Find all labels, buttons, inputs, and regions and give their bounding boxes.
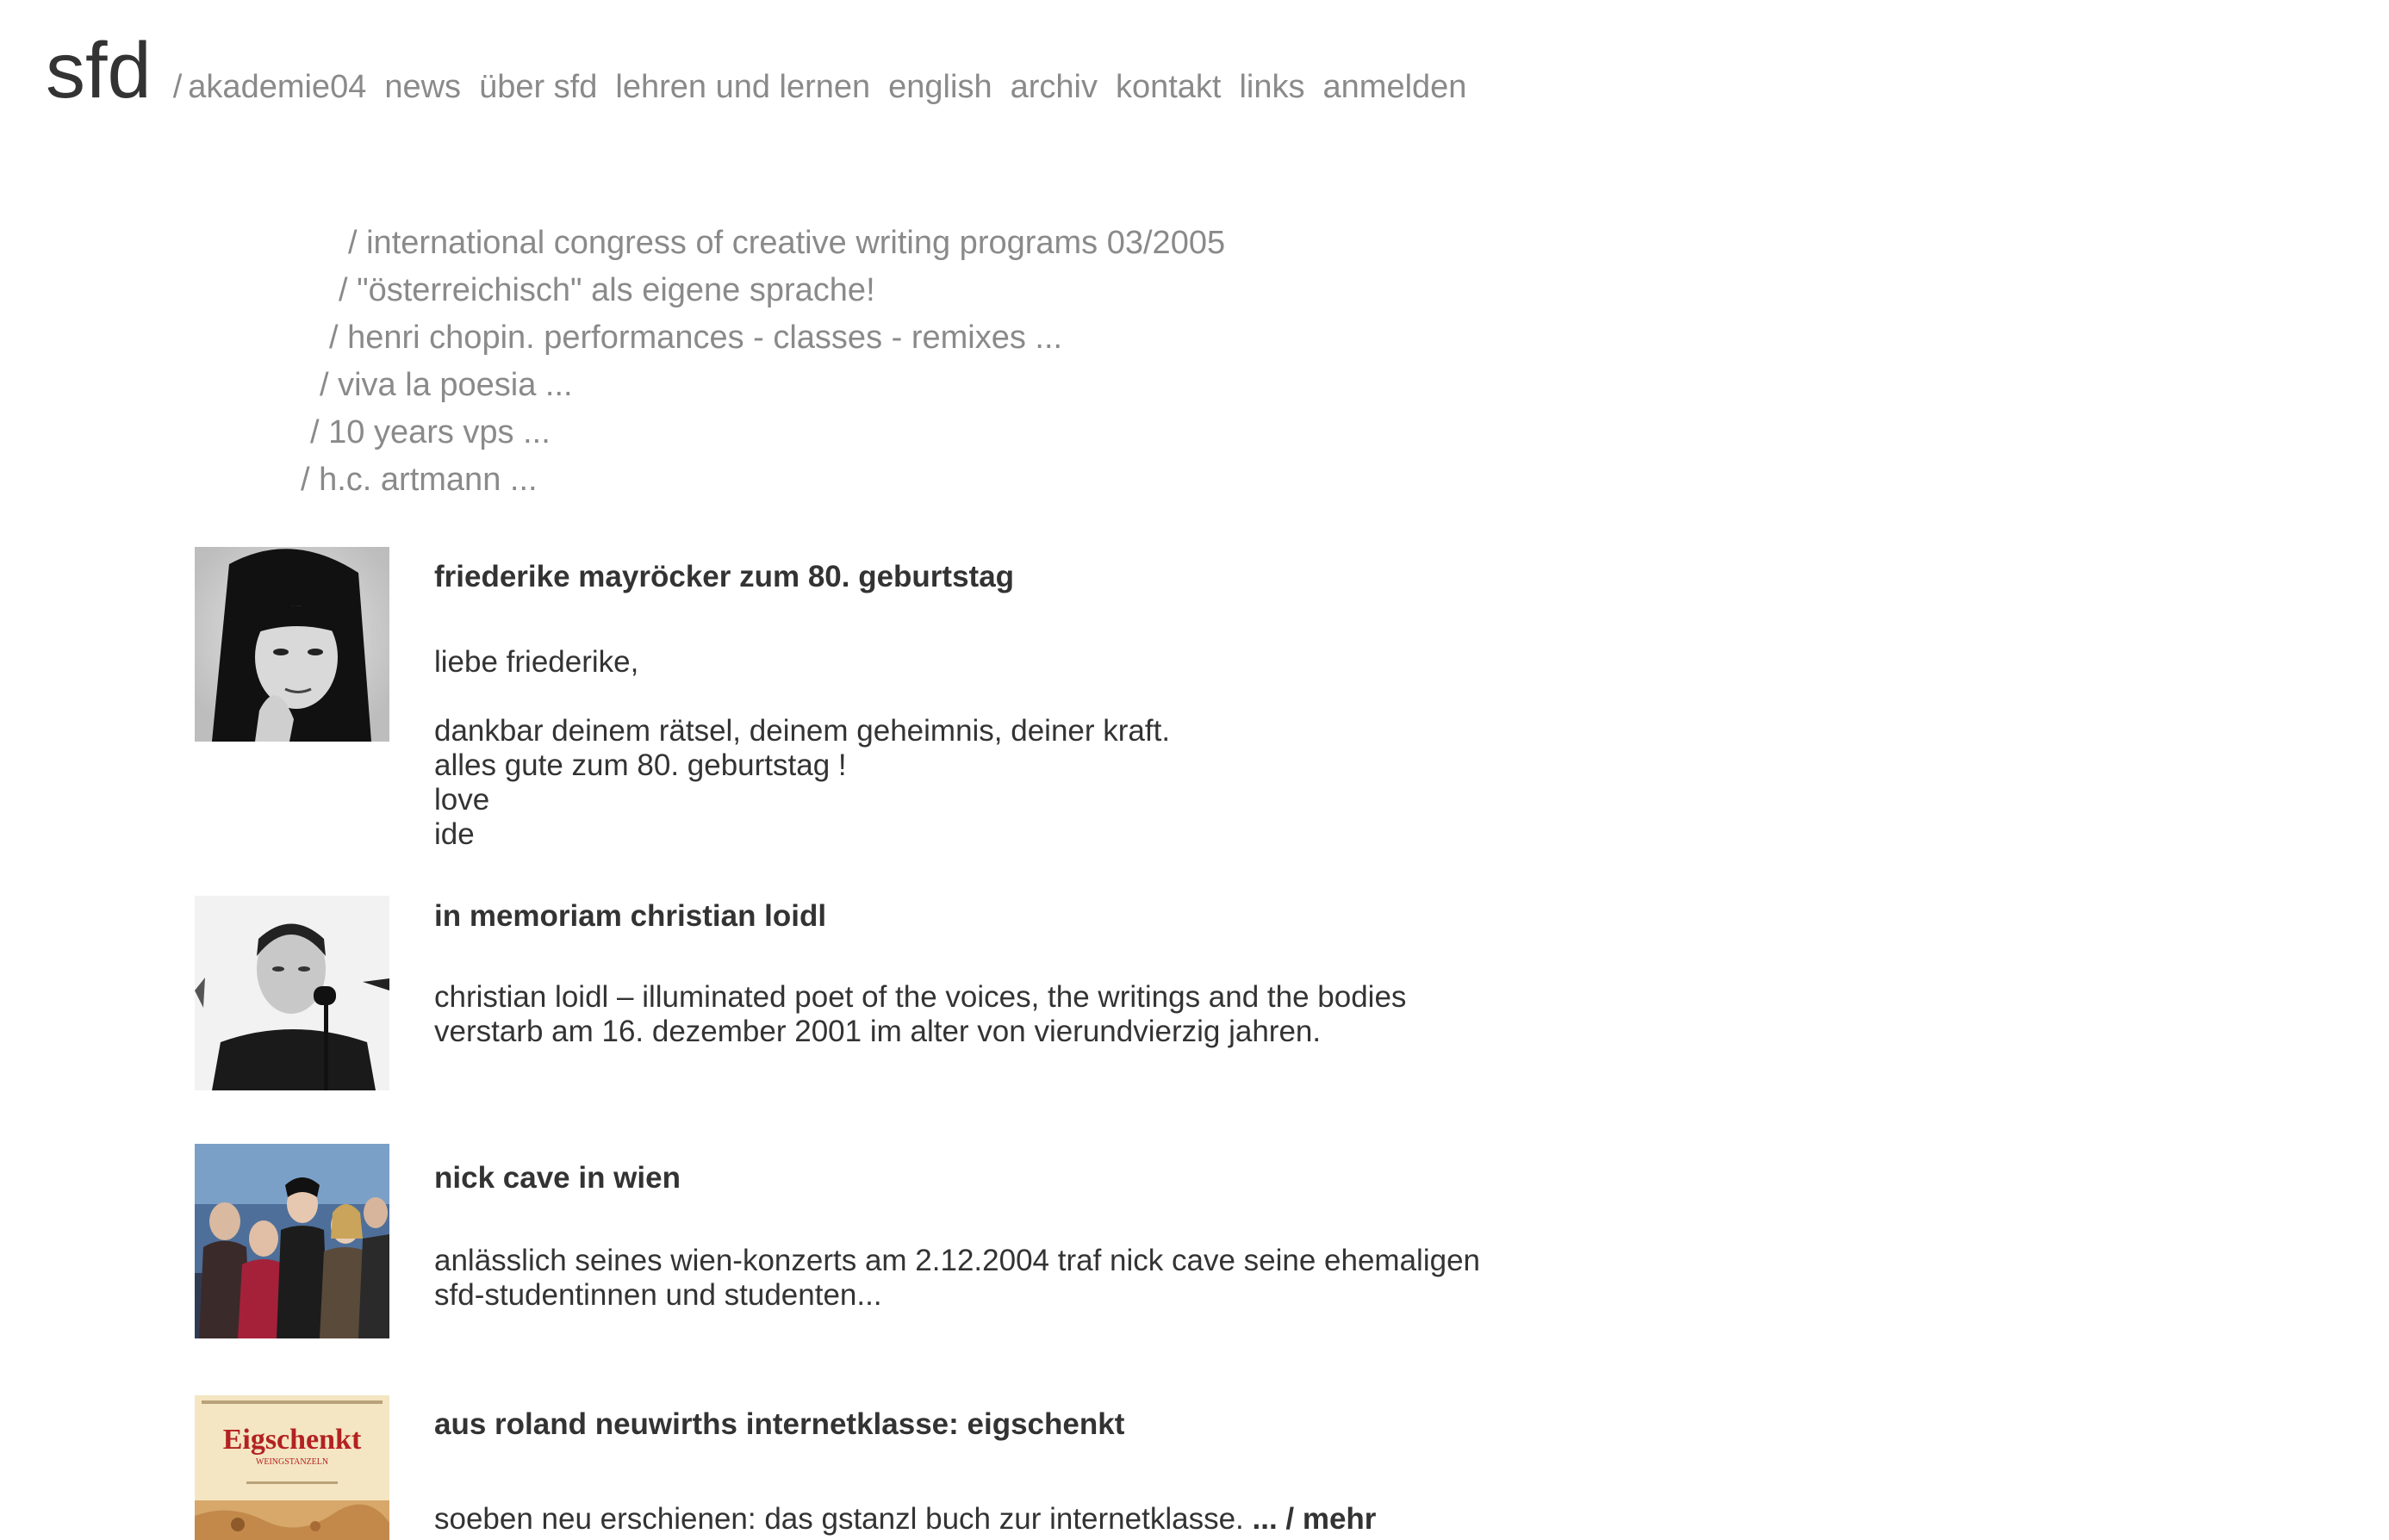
feature-link-congress[interactable]: / international congress of creative wri…: [348, 227, 1225, 259]
article-text-line: soeben neu erschienen: das gstanzl buch …: [434, 1504, 1376, 1534]
article-title[interactable]: nick cave in wien: [434, 1163, 681, 1193]
portrait-photo[interactable]: [195, 547, 389, 742]
article-text-line: ide: [434, 817, 475, 851]
cover-subtitle: WEINGSTANZELN: [256, 1457, 328, 1467]
nav-separator: /: [172, 69, 183, 105]
group-photo[interactable]: [195, 1144, 389, 1338]
feature-link-10-years-vps[interactable]: / 10 years vps ...: [310, 416, 551, 449]
nav-item-news[interactable]: news: [384, 69, 461, 106]
cover-title: Eigschenkt: [223, 1424, 362, 1456]
article-title[interactable]: in memoriam christian loidl: [434, 901, 826, 931]
nav-item-lehren-und-lernen[interactable]: lehren und lernen: [615, 69, 870, 106]
article-text-line: anlässlich seines wien-konzerts am 2.12.…: [434, 1244, 1480, 1277]
nav-item-kontakt[interactable]: kontakt: [1116, 69, 1222, 106]
nav-item-english[interactable]: english: [888, 69, 992, 106]
nav-item-ueber-sfd[interactable]: über sfd: [479, 69, 597, 106]
feature-link-henri-chopin[interactable]: / henri chopin. performances - classes -…: [329, 321, 1062, 354]
article-title[interactable]: friederike mayröcker zum 80. geburtstag: [434, 562, 1014, 592]
article-text-line: alles gute zum 80. geburtstag !: [434, 748, 847, 782]
site-header: sfd / akademie04 news über sfd lehren un…: [46, 31, 1466, 110]
article-text-line: christian loidl – illuminated poet of th…: [434, 980, 1407, 1014]
article-text-line: verstarb am 16. dezember 2001 im alter v…: [434, 1015, 1322, 1048]
feature-link-oesterreichisch[interactable]: / "österreichisch" als eigene sprache!: [339, 274, 875, 307]
feature-link-hc-artmann[interactable]: / h.c. artmann ...: [301, 463, 538, 496]
more-link[interactable]: ... / mehr: [1253, 1502, 1377, 1536]
article-text-line: liebe friederike,: [434, 645, 639, 679]
article-text-line: sfd-studentinnen und studenten...: [434, 1278, 882, 1312]
article-text: soeben neu erschienen: das gstanzl buch …: [434, 1502, 1244, 1536]
nav-item-anmelden[interactable]: anmelden: [1323, 69, 1467, 106]
article-text-line: love: [434, 783, 490, 817]
book-cover[interactable]: Eigschenkt WEINGSTANZELN: [195, 1395, 389, 1540]
article-title[interactable]: aus roland neuwirths internetklasse: eig…: [434, 1409, 1124, 1439]
feature-link-viva-la-poesia[interactable]: / viva la poesia ...: [320, 369, 573, 401]
nav-item-links[interactable]: links: [1239, 69, 1304, 106]
nav-item-archiv[interactable]: archiv: [1011, 69, 1098, 106]
site-logo[interactable]: sfd: [46, 31, 152, 110]
performer-photo[interactable]: [195, 896, 389, 1090]
article-text-line: dankbar deinem rätsel, deinem geheimnis,…: [434, 714, 1171, 748]
nav-item-akademie04[interactable]: akademie04: [188, 69, 366, 106]
